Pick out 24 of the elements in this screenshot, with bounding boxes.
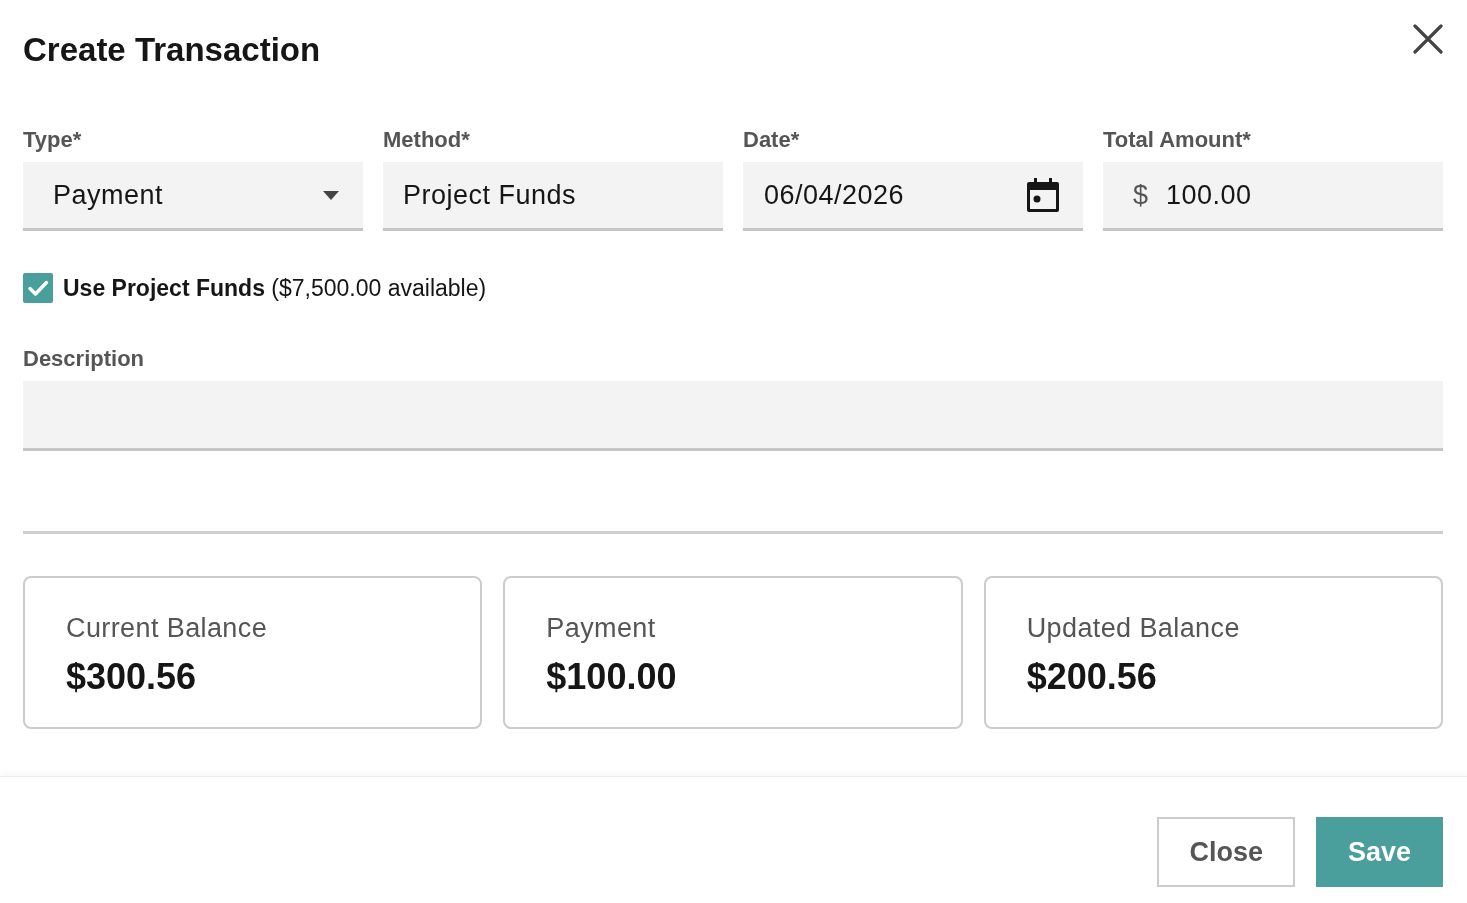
date-field[interactable]: 06/04/2026: [743, 162, 1083, 231]
checkbox-label[interactable]: Use Project Funds ($7,500.00 available): [63, 274, 487, 302]
dialog-title: Create Transaction: [23, 30, 321, 70]
close-button[interactable]: Close: [1157, 817, 1295, 887]
card-label: Payment: [546, 612, 656, 644]
calendar-icon: [1027, 178, 1059, 212]
field-label: Description: [23, 347, 145, 371]
close-icon: [1413, 24, 1443, 54]
field-label: Total Amount*: [1103, 128, 1251, 152]
field-label: Date*: [743, 128, 800, 152]
type-select[interactable]: Payment: [23, 162, 363, 231]
amount-field[interactable]: $ 100.00: [1103, 162, 1443, 231]
card-label: Updated Balance: [1026, 612, 1240, 644]
description-field[interactable]: [23, 381, 1443, 451]
card-amount: $200.56: [1026, 656, 1157, 698]
card-amount: $300.56: [66, 656, 197, 698]
field-label: Method*: [383, 128, 470, 152]
close-button[interactable]: [1413, 24, 1443, 54]
card-label: Current Balance: [66, 612, 268, 644]
checkbox[interactable]: [23, 273, 53, 303]
field-label: Type*: [23, 128, 82, 152]
card-amount: $100.00: [546, 656, 677, 698]
caret-down-icon: [323, 190, 339, 200]
method-field[interactable]: Project Funds: [383, 162, 723, 231]
